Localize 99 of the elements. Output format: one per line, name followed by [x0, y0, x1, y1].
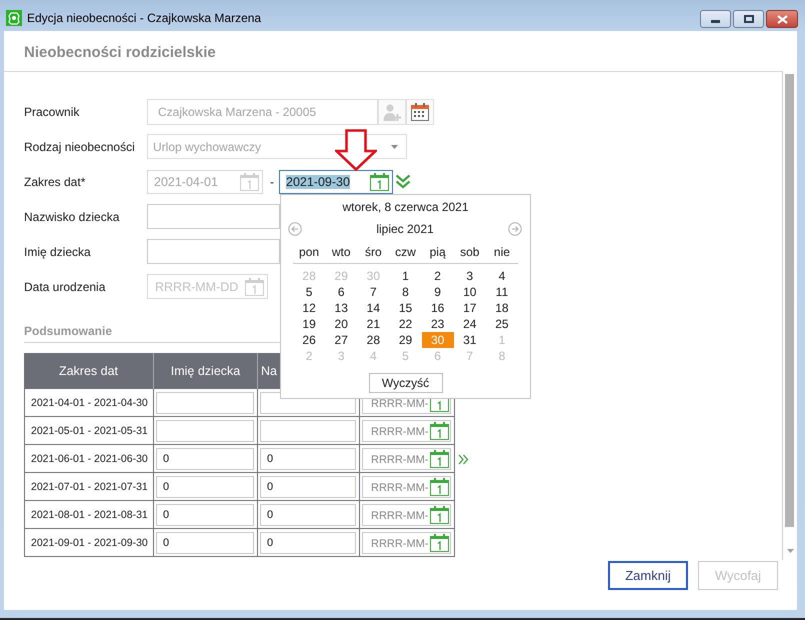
app-icon — [6, 10, 22, 26]
calendar-day[interactable]: 20 — [334, 316, 349, 332]
double-chevron-right-icon[interactable] — [458, 454, 469, 464]
calendar-day[interactable]: 28 — [366, 332, 382, 348]
calendar-day[interactable]: 24 — [462, 316, 478, 332]
close-icon — [776, 14, 788, 24]
calendar-icon[interactable] — [430, 450, 449, 468]
input-field[interactable]: 0 — [260, 476, 356, 498]
weekday-label: pią — [430, 244, 446, 260]
calendar-day[interactable]: 15 — [398, 300, 414, 316]
weekday-label: pon — [299, 244, 320, 260]
field-label: Rodzaj nieobecności — [24, 140, 136, 154]
field-label: Pracownik — [24, 104, 80, 118]
table-cell: 2021-04-01 - 2021-04-30 — [24, 389, 154, 417]
table-cell: 2021-07-01 - 2021-07-31 — [24, 473, 154, 501]
field-label: Data urodzenia — [24, 280, 106, 294]
next-month-icon[interactable] — [508, 222, 522, 236]
column-header: Na — [261, 364, 277, 378]
input-field[interactable] — [156, 420, 254, 442]
input-field[interactable]: 0 — [156, 532, 254, 554]
caret-icon — [391, 144, 398, 148]
calendar-day[interactable]: 26 — [301, 332, 317, 348]
calendar-icon[interactable] — [430, 422, 449, 440]
calendar-day[interactable]: 29 — [398, 332, 414, 348]
calendar-day[interactable]: 17 — [462, 300, 478, 316]
input-field[interactable]: 0 — [260, 504, 356, 526]
input-field[interactable] — [156, 392, 254, 414]
weekday-label: nie — [494, 244, 510, 260]
dialog-button[interactable]: Zamknij — [608, 561, 688, 590]
double-chevron-down-icon[interactable] — [395, 174, 411, 189]
calendar-day[interactable]: 12 — [301, 300, 317, 316]
calendar-icon — [411, 102, 429, 120]
calendar-icon[interactable] — [430, 506, 449, 524]
calendar-icon[interactable] — [370, 172, 389, 190]
calendar-day[interactable]: 25 — [494, 316, 510, 332]
weekday-label: wto — [332, 244, 351, 260]
field-label: Nazwisko dziecka — [24, 210, 120, 224]
calendar-day[interactable]: 14 — [366, 300, 382, 316]
calendar-day[interactable]: 5 — [304, 284, 314, 300]
window-title: Edycja nieobecności - Czajkowska Marzena — [27, 11, 262, 25]
field-label: Imię dziecka — [24, 244, 92, 258]
calendar-day[interactable]: 4 — [498, 268, 506, 284]
clear-button[interactable]: Wyczyść — [368, 372, 442, 392]
calendar-day[interactable]: 23 — [430, 316, 446, 332]
calendar-day[interactable]: 19 — [301, 316, 317, 332]
calendar-day[interactable]: 11 — [494, 284, 510, 300]
weekday-label: sob — [460, 244, 480, 260]
table-cell: 2021-08-01 - 2021-08-31 — [24, 501, 154, 529]
page-title: Nieobecności rodzicielskie — [24, 44, 216, 61]
calendar-day[interactable]: 10 — [462, 284, 478, 300]
calendar-day[interactable]: 16 — [430, 300, 446, 316]
input-field[interactable] — [260, 392, 356, 414]
minimize-button[interactable] — [700, 10, 731, 28]
calendar-day[interactable]: 21 — [366, 316, 382, 332]
input-field[interactable]: 0 — [260, 448, 356, 470]
range-separator: - — [270, 174, 274, 188]
calendar-day[interactable]: 18 — [494, 300, 510, 316]
input-field[interactable]: 0 — [156, 504, 254, 526]
previous-month-icon[interactable] — [288, 222, 302, 236]
calendar-day[interactable]: 7 — [369, 284, 378, 300]
table-cell: 2021-06-01 - 2021-06-30 — [24, 445, 154, 473]
month-label[interactable]: lipiec 2021 — [376, 222, 434, 236]
table-cell: 2021-09-01 - 2021-09-30 — [24, 529, 154, 557]
input-field[interactable] — [147, 239, 280, 264]
annotation-arrow — [335, 128, 377, 170]
calendar-day[interactable]: 8 — [401, 284, 410, 300]
weekday-label: śro — [365, 244, 382, 260]
scroll-down-icon[interactable] — [787, 549, 794, 553]
column-header: Imię dziecka — [170, 364, 240, 378]
calendar-day[interactable]: 1 — [401, 268, 410, 284]
calendar-day[interactable]: 13 — [334, 300, 349, 316]
scrollbar-thumb[interactable] — [785, 74, 794, 527]
input-field[interactable] — [260, 420, 356, 442]
maximize-icon — [744, 15, 754, 23]
field-label: Zakres dat* — [24, 174, 86, 188]
calendar-day[interactable]: 31 — [462, 332, 478, 348]
input-field[interactable]: 0 — [260, 532, 356, 554]
calendar-button[interactable] — [406, 98, 434, 124]
weekday-label: czw — [395, 244, 416, 260]
section-title: Podsumowanie — [24, 324, 112, 338]
calendar-day[interactable]: 27 — [334, 332, 349, 348]
calendar-day[interactable]: 9 — [433, 284, 442, 300]
input-field[interactable]: 0 — [156, 476, 254, 498]
calendar-day[interactable]: 3 — [465, 268, 474, 284]
add-person-icon — [383, 102, 401, 120]
minimize-icon — [711, 20, 720, 23]
calendar-icon[interactable] — [430, 534, 449, 552]
calendar-day[interactable]: 2 — [433, 268, 442, 284]
close-button[interactable] — [766, 10, 798, 28]
calendar-day[interactable]: 22 — [398, 316, 414, 332]
maximize-button[interactable] — [733, 10, 764, 28]
date-picker-today[interactable]: wtorek, 8 czerwca 2021 — [342, 200, 469, 214]
calendar-icon[interactable] — [430, 478, 449, 496]
date-field[interactable]: 2021-09-30 — [279, 170, 393, 194]
table-cell: 2021-05-01 - 2021-05-31 — [24, 417, 154, 445]
input-field[interactable]: 0 — [156, 448, 254, 470]
calendar-day[interactable]: 6 — [336, 284, 346, 300]
input-field[interactable] — [147, 204, 280, 229]
column-header: Zakres dat — [58, 364, 118, 378]
